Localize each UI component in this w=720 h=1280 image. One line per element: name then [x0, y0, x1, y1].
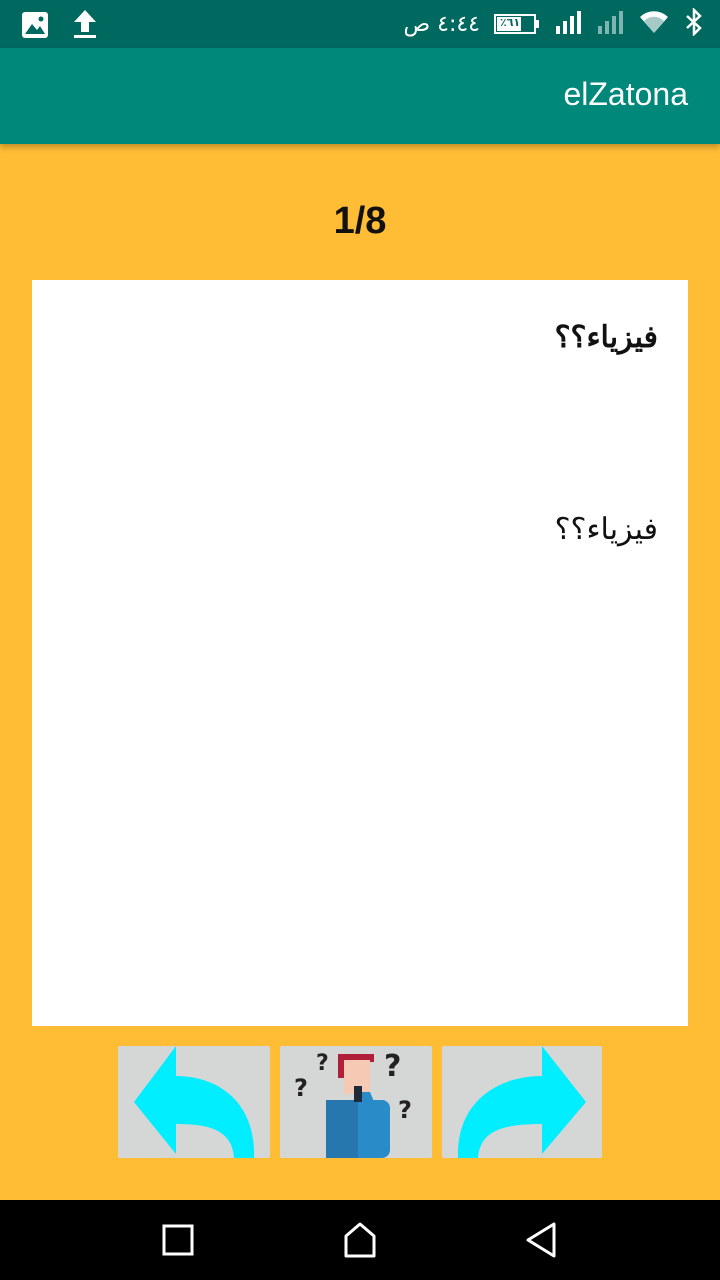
question-counter: 1/8 — [333, 200, 387, 242]
home-icon[interactable] — [338, 1218, 382, 1262]
previous-button[interactable] — [118, 1046, 270, 1158]
app-bar: elZatona — [0, 48, 720, 144]
thinking-person-icon: ? ? ? ? — [294, 1049, 412, 1158]
svg-text:?: ? — [316, 1051, 329, 1076]
recent-apps-icon[interactable] — [156, 1218, 200, 1262]
arrow-back-icon — [134, 1046, 255, 1158]
svg-text:?: ? — [398, 1096, 412, 1124]
battery-label: ٪٦١ — [500, 16, 521, 29]
system-nav-bar — [0, 1200, 720, 1280]
battery-icon: ٪٦١ — [494, 12, 540, 36]
question-text: فيزياء؟؟ — [554, 320, 658, 355]
signal-icon — [554, 10, 582, 38]
signal-weak-icon — [596, 10, 624, 38]
upload-icon — [70, 8, 100, 44]
arrow-forward-icon — [457, 1046, 586, 1158]
hint-button[interactable]: ? ? ? ? — [280, 1046, 432, 1158]
bluetooth-icon — [684, 6, 704, 40]
app-title: elZatona — [563, 76, 688, 112]
question-card: فيزياء؟؟ فيزياء؟؟ — [32, 280, 688, 1026]
status-bar: ٤:٤٤ ص ٪٦١ — [0, 0, 720, 48]
wifi-icon — [638, 9, 670, 39]
svg-text:?: ? — [294, 1074, 308, 1102]
back-icon[interactable] — [520, 1218, 564, 1262]
status-time: ٤:٤٤ ص — [403, 11, 480, 37]
next-button[interactable] — [442, 1046, 602, 1158]
svg-text:?: ? — [384, 1049, 401, 1084]
image-icon — [20, 8, 50, 44]
answer-text: فيزياء؟؟ — [554, 512, 658, 547]
